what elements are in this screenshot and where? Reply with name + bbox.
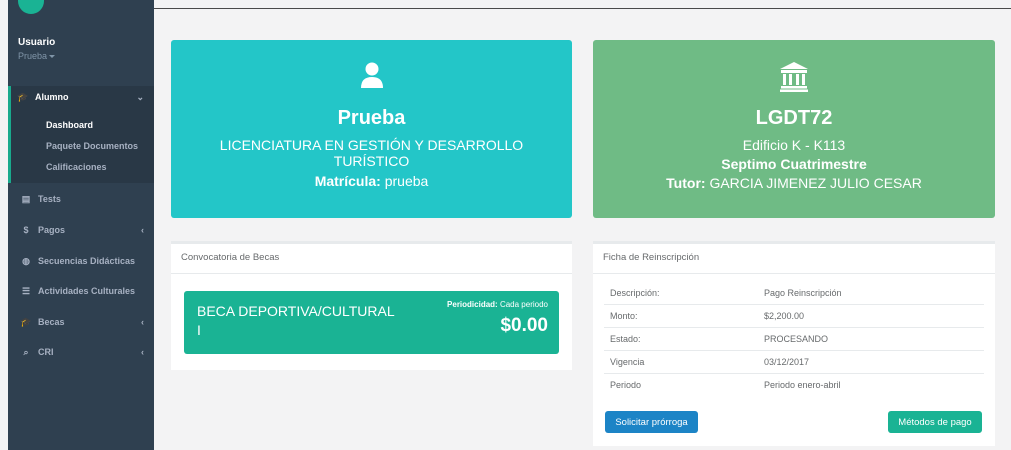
ficha-key: Estado: xyxy=(610,334,641,344)
caret-down-icon xyxy=(49,55,56,59)
tests-icon: ▤ xyxy=(21,193,31,204)
group-widget: LGDT72 Edificio K - K113 Septimo Cuatrim… xyxy=(593,40,995,218)
globe-icon: ◍ xyxy=(22,255,30,266)
tutor-label: Tutor: xyxy=(666,175,706,191)
group-location: Edificio K - K113 xyxy=(742,137,846,153)
profile-role-label: Prueba xyxy=(18,51,48,61)
sidebar-subitem-calificaciones[interactable]: Calificaciones xyxy=(46,162,107,172)
tutor-value: GARCIA JIMENEZ JULIO CESAR xyxy=(709,175,922,191)
sidebar-item-actividades[interactable]: ☰ Actividades Culturales xyxy=(8,280,154,302)
ficha-panel: Ficha de Reinscripción Descripción: Pago… xyxy=(593,241,995,446)
ficha-key: Vigencia xyxy=(610,357,645,367)
chevron-left-icon: ‹ xyxy=(141,225,144,235)
student-matricula: Matrícula: prueba xyxy=(171,173,572,189)
profile-role-dropdown[interactable]: Prueba xyxy=(18,51,56,61)
beca-name: BECA DEPORTIVA/CULTURAL I xyxy=(197,303,395,338)
sidebar-item-pagos[interactable]: $ Pagos ‹ xyxy=(8,219,154,241)
ficha-value: PROCESANDO xyxy=(764,334,829,344)
beca-card[interactable]: BECA DEPORTIVA/CULTURAL I Periodicidad: … xyxy=(184,291,559,354)
group-term: Septimo Cuatrimestre xyxy=(721,156,867,172)
ficha-value: Pago Reinscripción xyxy=(764,288,842,298)
request-extension-button[interactable]: Solicitar prórroga xyxy=(605,411,698,433)
table-row: Periodo Periodo enero-abril xyxy=(604,374,984,397)
sidebar-item-tests[interactable]: ▤ Tests xyxy=(8,188,154,210)
sidebar-item-label: Becas xyxy=(38,317,65,327)
becas-panel-title: Convocatoria de Becas xyxy=(171,244,572,274)
matricula-value: prueba xyxy=(384,173,429,189)
sidebar-subitem-dashboard[interactable]: Dashboard xyxy=(46,120,93,130)
sidebar-item-label: Actividades Culturales xyxy=(38,286,136,296)
sidebar-item-label: Alumno xyxy=(35,92,69,102)
user-icon xyxy=(360,62,383,88)
sidebar-item-secuencias[interactable]: ◍ Secuencias Didácticas xyxy=(8,250,154,272)
payment-methods-button[interactable]: Métodos de pago xyxy=(888,411,982,433)
student-widget: Prueba LICENCIATURA EN GESTIÓN Y DESARRO… xyxy=(171,40,572,218)
list-icon: ☰ xyxy=(21,285,31,296)
sidebar-item-label: Pagos xyxy=(38,225,66,235)
beca-period: Periodicidad: Cada periodo xyxy=(447,300,548,309)
avatar[interactable] xyxy=(18,0,44,14)
dollar-icon: $ xyxy=(23,225,29,235)
matricula-label: Matrícula: xyxy=(314,173,381,189)
ficha-value: Periodo enero-abril xyxy=(764,380,841,390)
ficha-key: Descripción: xyxy=(610,288,660,298)
ficha-key: Monto: xyxy=(610,311,638,321)
chevron-down-icon: ⌄ xyxy=(136,91,144,102)
top-navbar xyxy=(154,0,1011,9)
table-row: Descripción: Pago Reinscripción xyxy=(604,282,984,305)
beca-amount: $0.00 xyxy=(500,315,548,336)
ficha-key: Periodo xyxy=(610,380,642,390)
table-row: Monto: $2,200.00 xyxy=(604,305,984,328)
comments-icon: ⌕ xyxy=(23,346,29,357)
sidebar-item-alumno[interactable]: 🎓 Alumno ⌄ xyxy=(8,86,154,108)
chevron-left-icon: ‹ xyxy=(141,347,144,357)
university-icon xyxy=(780,62,808,92)
graduation-cap-icon: 🎓 xyxy=(20,316,32,327)
sidebar-item-cri[interactable]: ⌕ CRI ‹ xyxy=(8,341,154,363)
beca-period-label: Periodicidad: xyxy=(447,300,498,309)
chevron-left-icon: ‹ xyxy=(141,317,144,327)
table-row: Vigencia 03/12/2017 xyxy=(604,351,984,374)
sidebar-item-label: Tests xyxy=(38,194,61,204)
sidebar-item-label: Secuencias Didácticas xyxy=(38,256,136,266)
ficha-value: $2,200.00 xyxy=(764,311,805,321)
beca-period-value: Cada periodo xyxy=(499,300,548,309)
graduation-cap-icon: 🎓 xyxy=(17,91,29,102)
profile-block: Usuario Prueba xyxy=(8,0,154,78)
sidebar-subitem-paquete-documentos[interactable]: Paquete Documentos xyxy=(46,141,138,151)
group-tutor: Tutor: GARCIA JIMENEZ JULIO CESAR xyxy=(593,175,995,191)
student-career-line1: LICENCIATURA EN GESTIÓN Y DESARROLLO xyxy=(219,137,524,153)
student-name: Prueba xyxy=(337,107,406,129)
ficha-value: 03/12/2017 xyxy=(764,357,810,367)
sidebar: Usuario Prueba 🎓 Alumno ⌄ Dashboard Paqu… xyxy=(8,0,154,450)
sidebar-item-label: CRI xyxy=(38,347,54,357)
table-row: Estado: PROCESANDO xyxy=(604,328,984,351)
profile-name: Usuario xyxy=(18,37,56,48)
becas-panel: Convocatoria de Becas BECA DEPORTIVA/CUL… xyxy=(171,241,572,370)
group-code: LGDT72 xyxy=(755,107,833,129)
sidebar-item-becas[interactable]: 🎓 Becas ‹ xyxy=(8,311,154,333)
ficha-panel-title: Ficha de Reinscripción xyxy=(593,244,995,274)
student-career-line2: TURÍSTICO xyxy=(333,153,410,169)
